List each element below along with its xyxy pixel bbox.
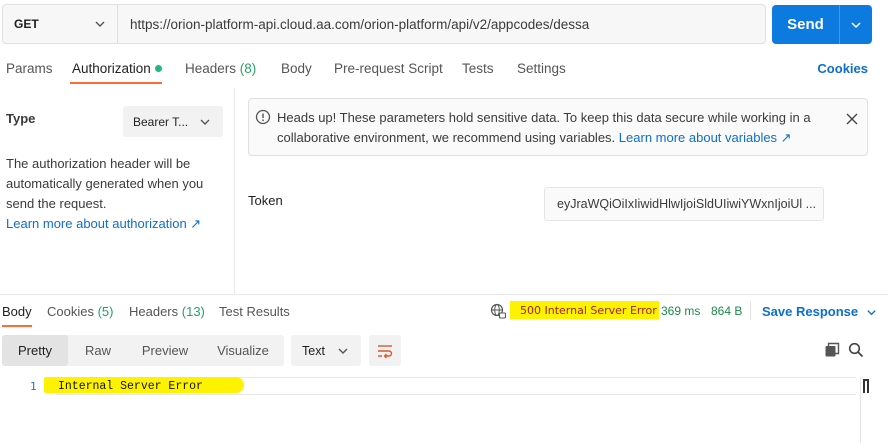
auth-type-value: Bearer T... [133,114,189,129]
tab-pre-request-script[interactable]: Pre-request Script [334,61,443,76]
learn-auth-link[interactable]: Learn more about authorization ↗ [6,216,201,231]
view-pretty[interactable]: Pretty [2,335,68,366]
send-options-button[interactable] [840,5,872,44]
method-label: GET [14,17,39,31]
auth-type-pane: Type Bearer T... The authorization heade… [0,88,235,294]
view-visualize[interactable]: Visualize [202,335,284,366]
globe-lock-icon[interactable] [490,303,506,319]
save-response-label: Save Response [762,304,859,319]
active-tab-indicator [70,82,162,84]
token-input[interactable]: eyJraWQiOiIxIiwidHlwIjoiSldUIiwiYWxnIjoi… [544,187,824,221]
tab-headers-label: Headers [185,61,237,76]
close-icon[interactable] [845,112,859,126]
tab-settings[interactable]: Settings [517,61,566,76]
toolbar-divider [750,302,751,320]
auth-description: The authorization header will be automat… [6,154,226,234]
tab-headers[interactable]: Headers (8) [185,61,256,76]
sensitive-data-notice: Heads up! These parameters hold sensitiv… [248,98,868,156]
token-label: Token [248,193,283,208]
response-divider [0,294,888,295]
cookies-link[interactable]: Cookies [817,61,868,76]
response-tab-body[interactable]: Body [2,304,32,319]
response-tab-cookies-label: Cookies [47,304,94,319]
url-bar: GET https://orion-platform-api.cloud.aa.… [2,4,766,44]
url-input[interactable]: https://orion-platform-api.cloud.aa.com/… [118,17,589,32]
active-response-tab-indicator [2,325,32,327]
format-select[interactable]: Text [291,335,361,366]
tab-body[interactable]: Body [281,61,312,76]
format-value: Text [302,343,325,358]
chevron-down-icon [200,119,210,125]
response-tab-test-results[interactable]: Test Results [219,304,290,319]
notice-message: Heads up! These parameters hold sensitiv… [277,108,837,148]
info-icon [255,109,271,125]
wrap-lines-button[interactable] [369,335,401,366]
search-icon[interactable] [848,342,864,358]
active-dot-icon [154,64,162,72]
auth-type-label: Type [6,111,36,126]
save-response-button[interactable]: Save Response [762,304,877,319]
tab-headers-count: (8) [239,61,257,76]
tab-authorization-label: Authorization [72,61,151,76]
response-tab-cookies-count: (5) [97,304,114,319]
status-badge[interactable]: 500 Internal Server Error [510,301,659,319]
auth-type-select[interactable]: Bearer T... [123,106,223,137]
scroll-cursor-marker [863,379,869,393]
response-body-editor[interactable]: 1 Internal Server Error [0,376,872,443]
view-raw[interactable]: Raw [68,335,128,366]
chevron-down-icon [851,21,861,28]
view-preview[interactable]: Preview [128,335,202,366]
auth-description-text: The authorization header will be automat… [6,156,204,211]
learn-variables-link[interactable]: Learn more about variables ↗ [619,130,792,145]
response-tab-headers-label: Headers [129,304,179,319]
wrap-lines-icon [378,344,393,358]
chevron-down-icon [338,348,348,354]
request-tabs: Params Authorization Headers (8) Body Pr… [0,52,888,86]
editor-scrollbar[interactable] [860,377,872,443]
tab-authorization[interactable]: Authorization [72,61,162,76]
response-tab-cookies[interactable]: Cookies (5) [47,304,113,319]
response-body-text: Internal Server Error [58,380,203,393]
tab-params[interactable]: Params [6,61,53,76]
chevron-down-icon [95,21,105,27]
copy-icon[interactable] [824,342,840,358]
response-tab-headers-count: (13) [181,304,205,319]
view-mode-group: Pretty Raw Preview Visualize [2,335,284,366]
chevron-down-icon [867,310,876,316]
response-size[interactable]: 864 B [711,304,742,318]
response-tab-headers[interactable]: Headers (13) [129,304,205,319]
tab-tests[interactable]: Tests [462,61,494,76]
line-number: 1 [30,380,37,393]
send-label: Send [772,5,840,44]
method-select[interactable]: GET [3,5,118,43]
send-button[interactable]: Send [772,5,872,44]
response-time[interactable]: 369 ms [661,304,700,318]
